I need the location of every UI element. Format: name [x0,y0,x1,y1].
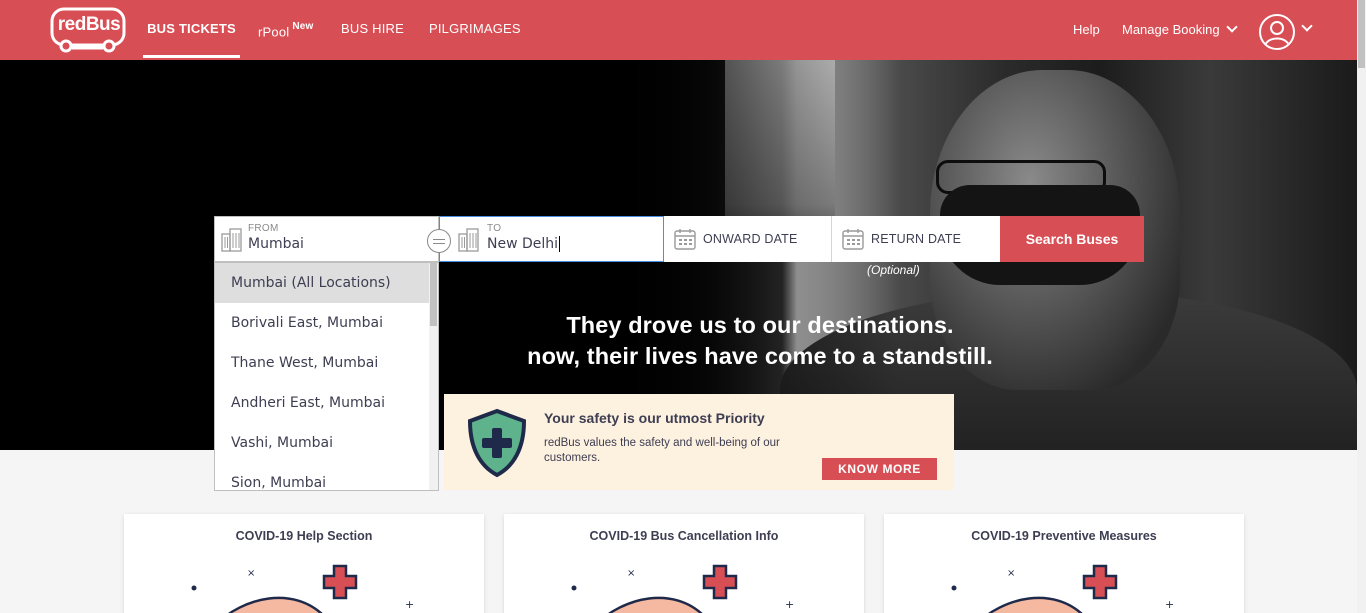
return-optional-hint: (Optional) [867,263,920,277]
hand-medical-cross-icon: × + [571,564,794,613]
dropdown-scrollbar-thumb[interactable] [430,263,437,326]
top-navbar: redBus BUS TICKETS rPool New BUS HIRE PIL… [0,0,1357,60]
nav-rpool-label: rPool [258,24,290,40]
svg-text:+: + [785,598,794,611]
shield-plus-icon [467,408,527,478]
to-label: TO [487,223,502,234]
card-title: COVID-19 Help Section [235,529,373,543]
suggestion-item[interactable]: Borivali East, Mumbai [215,303,438,343]
hero-tagline: They drove us to our destinations. now, … [430,310,1090,372]
suggestion-item[interactable]: Andheri East, Mumbai [215,383,438,423]
hand-medical-cross-icon: × + [191,564,414,613]
suggestion-item[interactable]: Vashi, Mumbai [215,423,438,463]
dropdown-scrollbar[interactable] [429,263,438,490]
svg-text:×: × [1007,568,1015,579]
covid-help-card[interactable]: COVID-19 Help Section × + [124,514,484,613]
help-label: Help [1073,22,1100,37]
building-icon [458,228,479,252]
onward-date-field[interactable]: ONWARD DATE [664,216,832,262]
nav-pilgrimages[interactable]: PILGRIMAGES [429,0,521,58]
chevron-down-icon[interactable] [1301,20,1313,32]
logo-text: redBus [57,14,121,35]
return-date-field[interactable]: RETURN DATE [832,216,1000,262]
redbus-logo-icon[interactable]: redBus [50,6,127,54]
suggestion-item[interactable]: Mumbai (All Locations) [215,263,430,303]
manage-booking-label: Manage Booking [1122,22,1220,37]
hero-tagline-line2: now, their lives have come to a standsti… [527,343,993,369]
text-caret [559,236,561,252]
page-scrollbar-thumb[interactable] [1358,0,1365,68]
nav-pilgrimages-label: PILGRIMAGES [429,21,521,36]
swap-icon[interactable] [427,229,451,253]
search-buses-button[interactable]: Search Buses [1000,216,1144,262]
to-field[interactable]: TO New Delhi [439,216,664,262]
to-input[interactable]: New Delhi [487,236,561,252]
safety-banner: Your safety is our utmost Priority redBu… [444,394,954,490]
onward-date-label: ONWARD DATE [703,232,798,246]
svg-text:+: + [405,598,414,611]
nav-bus-tickets[interactable]: BUS TICKETS [143,0,240,58]
manage-booking-menu[interactable]: Manage Booking [1122,0,1238,60]
svg-text:×: × [627,568,635,579]
from-field[interactable]: FROM Mumbai [214,216,439,262]
chevron-down-icon [1225,21,1238,33]
nav-bus-hire-label: BUS HIRE [341,21,405,36]
from-suggestions-dropdown: Mumbai (All Locations) Borivali East, Mu… [214,262,439,491]
calendar-icon [674,229,696,250]
return-date-label: RETURN DATE [871,232,962,246]
safety-title: Your safety is our utmost Priority [544,410,765,426]
hand-medical-cross-icon: × + [951,564,1174,613]
covid-preventive-card[interactable]: COVID-19 Preventive Measures × + [884,514,1244,613]
suggestion-item[interactable]: Sion, Mumbai [215,463,438,490]
nav-bus-hire[interactable]: BUS HIRE [341,0,404,58]
know-more-button[interactable]: KNOW MORE [822,458,937,480]
from-label: FROM [248,223,279,234]
card-title: COVID-19 Bus Cancellation Info [589,529,779,543]
from-input[interactable]: Mumbai [248,236,304,252]
nav-rpool[interactable]: rPool New [258,0,314,58]
calendar-icon [842,229,864,250]
svg-text:+: + [1165,598,1174,611]
user-avatar-icon[interactable] [1259,14,1295,50]
page-scrollbar[interactable] [1357,0,1366,613]
help-link[interactable]: Help [1073,0,1100,60]
hero-tagline-line1: They drove us to our destinations. [566,312,954,338]
to-input-value: New Delhi [487,236,559,252]
new-badge: New [292,21,314,32]
svg-text:×: × [247,568,255,579]
covid-cancellation-card[interactable]: COVID-19 Bus Cancellation Info × + [504,514,864,613]
card-title: COVID-19 Preventive Measures [971,529,1157,543]
building-icon [221,228,242,252]
suggestion-item[interactable]: Thane West, Mumbai [215,343,438,383]
nav-bus-tickets-label: BUS TICKETS [147,21,236,36]
safety-text: redBus values the safety and well-being … [544,437,780,464]
